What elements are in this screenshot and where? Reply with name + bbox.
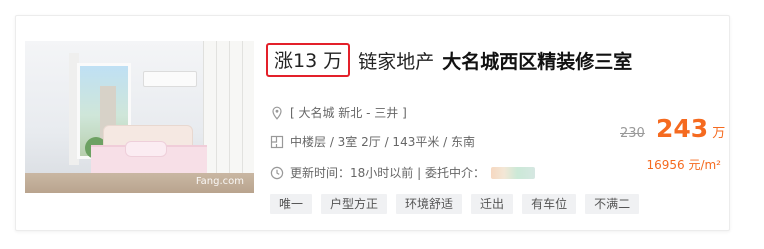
update-line: 更新时间：18小时以前 | 委托中介： (270, 164, 535, 181)
listing-photo[interactable]: Fang.com (25, 41, 254, 193)
tag-item: 唯一 (270, 194, 313, 214)
agency-name: 链家地产 (358, 50, 435, 73)
layout-line: 中楼层 / 3室 2厅 / 143平米 / 东南 (270, 133, 475, 150)
total-price: 243 万 (656, 114, 725, 143)
listing-card[interactable]: Fang.com 涨13 万 链家地产 大名城西区精装修三室 [ 大名城 新北 … (15, 15, 730, 231)
floorplan-icon (270, 135, 284, 149)
tag-item: 户型方正 (321, 194, 388, 214)
total-price-unit: 万 (712, 126, 726, 141)
location-line: [ 大名城 新北 - 三井 ] (270, 104, 407, 121)
clock-icon (270, 166, 284, 180)
tag-item: 有车位 (522, 194, 577, 214)
tag-list: 唯一 户型方正 环境舒适 迁出 有车位 不满二 (270, 194, 640, 214)
location-text[interactable]: [ 大名城 新北 - 三井 ] (290, 104, 407, 121)
location-pin-icon (270, 106, 284, 120)
tag-item: 环境舒适 (396, 194, 463, 214)
tag-item: 不满二 (585, 194, 640, 214)
listing-title[interactable]: 涨13 万 链家地产 大名城西区精装修三室 (266, 42, 632, 78)
layout-text: 中楼层 / 3室 2厅 / 143平米 / 东南 (290, 135, 476, 149)
tag-item: 迁出 (471, 194, 514, 214)
price-change-badge: 涨13 万 (266, 43, 351, 77)
photo-watermark: Fang.com (195, 176, 244, 187)
agent-avatar-blurred[interactable] (490, 166, 535, 179)
total-price-value: 243 (656, 114, 709, 143)
original-price: 230 (620, 126, 645, 141)
update-text: 更新时间：18小时以前 | 委托中介： (290, 166, 485, 180)
estate-title-link[interactable]: 大名城西区精装修三室 (442, 47, 632, 74)
unit-price: 16956 元/m² (646, 158, 721, 172)
